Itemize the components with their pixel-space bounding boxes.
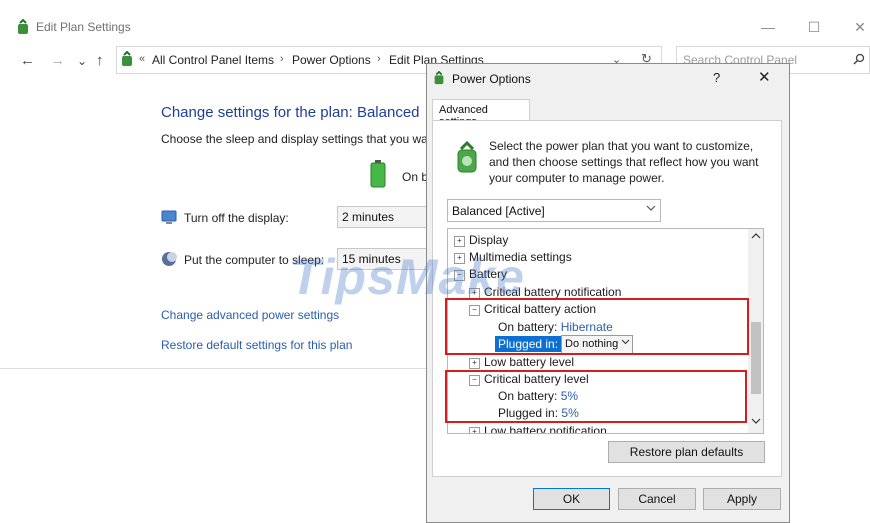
power-plan-icon	[457, 140, 477, 173]
highlight-critical-action	[445, 298, 749, 355]
restore-plan-defaults-button[interactable]: Restore plan defaults	[608, 441, 765, 463]
page-title: Change settings for the plan: Balanced	[161, 104, 420, 121]
battery-icon	[370, 160, 386, 188]
maximize-button[interactable]: ☐	[799, 17, 829, 37]
breadcrumb-separator[interactable]: ›	[280, 53, 284, 65]
tree-item-low-notification[interactable]: + Low battery notification	[469, 424, 607, 433]
apply-button[interactable]: Apply	[703, 488, 781, 510]
minimize-button[interactable]: —	[753, 17, 783, 37]
control-panel-icon	[122, 51, 132, 66]
cancel-button[interactable]: Cancel	[618, 488, 696, 510]
tree-item-low-level[interactable]: + Low battery level	[469, 355, 574, 369]
breadcrumb-all-items[interactable]: All Control Panel Items	[152, 53, 274, 67]
restore-defaults-link[interactable]: Restore default settings for this plan	[161, 338, 352, 352]
breadcrumb-power-options[interactable]: Power Options	[292, 53, 371, 67]
highlight-critical-level	[445, 370, 747, 423]
scroll-down-icon[interactable]	[751, 417, 761, 425]
moon-icon	[162, 252, 177, 266]
up-button[interactable]: ↑	[96, 52, 104, 69]
dialog-title: Power Options	[452, 72, 531, 86]
forward-button[interactable]: →	[50, 52, 65, 69]
scroll-thumb[interactable]	[751, 322, 761, 394]
window-title: Edit Plan Settings	[36, 20, 131, 34]
power-options-icon	[434, 71, 444, 85]
back-button[interactable]: ←	[20, 52, 35, 69]
dialog-intro-text: Select the power plan that you want to c…	[489, 139, 759, 185]
display-label: Turn off the display:	[184, 211, 289, 225]
chevron-down-icon[interactable]	[646, 204, 656, 212]
breadcrumb-overflow[interactable]: «	[139, 53, 145, 65]
tab-advanced-settings[interactable]: Advanced settings	[432, 99, 530, 128]
close-window-button[interactable]: ✕	[845, 17, 870, 37]
tree-item-display[interactable]: + Display	[454, 233, 508, 247]
expand-icon[interactable]: +	[469, 358, 480, 369]
advanced-settings-link[interactable]: Change advanced power settings	[161, 308, 339, 322]
expand-icon[interactable]: +	[469, 427, 480, 433]
monitor-icon	[161, 210, 177, 224]
breadcrumb-separator[interactable]: ›	[377, 53, 381, 65]
ok-button[interactable]: OK	[533, 488, 610, 510]
help-button[interactable]: ?	[713, 70, 720, 85]
search-icon[interactable]	[853, 53, 865, 65]
recent-locations-button[interactable]: ⌄	[77, 54, 87, 68]
power-plan-select[interactable]: Balanced [Active]	[447, 199, 661, 222]
expand-icon[interactable]: +	[454, 236, 465, 247]
watermark: TipsMake	[290, 249, 525, 305]
power-options-icon	[18, 19, 28, 34]
display-timeout-select[interactable]: 2 minutes	[337, 206, 427, 228]
divider	[0, 368, 428, 369]
dialog-close-button[interactable]: ✕	[758, 68, 771, 86]
scroll-up-icon[interactable]	[751, 232, 761, 240]
